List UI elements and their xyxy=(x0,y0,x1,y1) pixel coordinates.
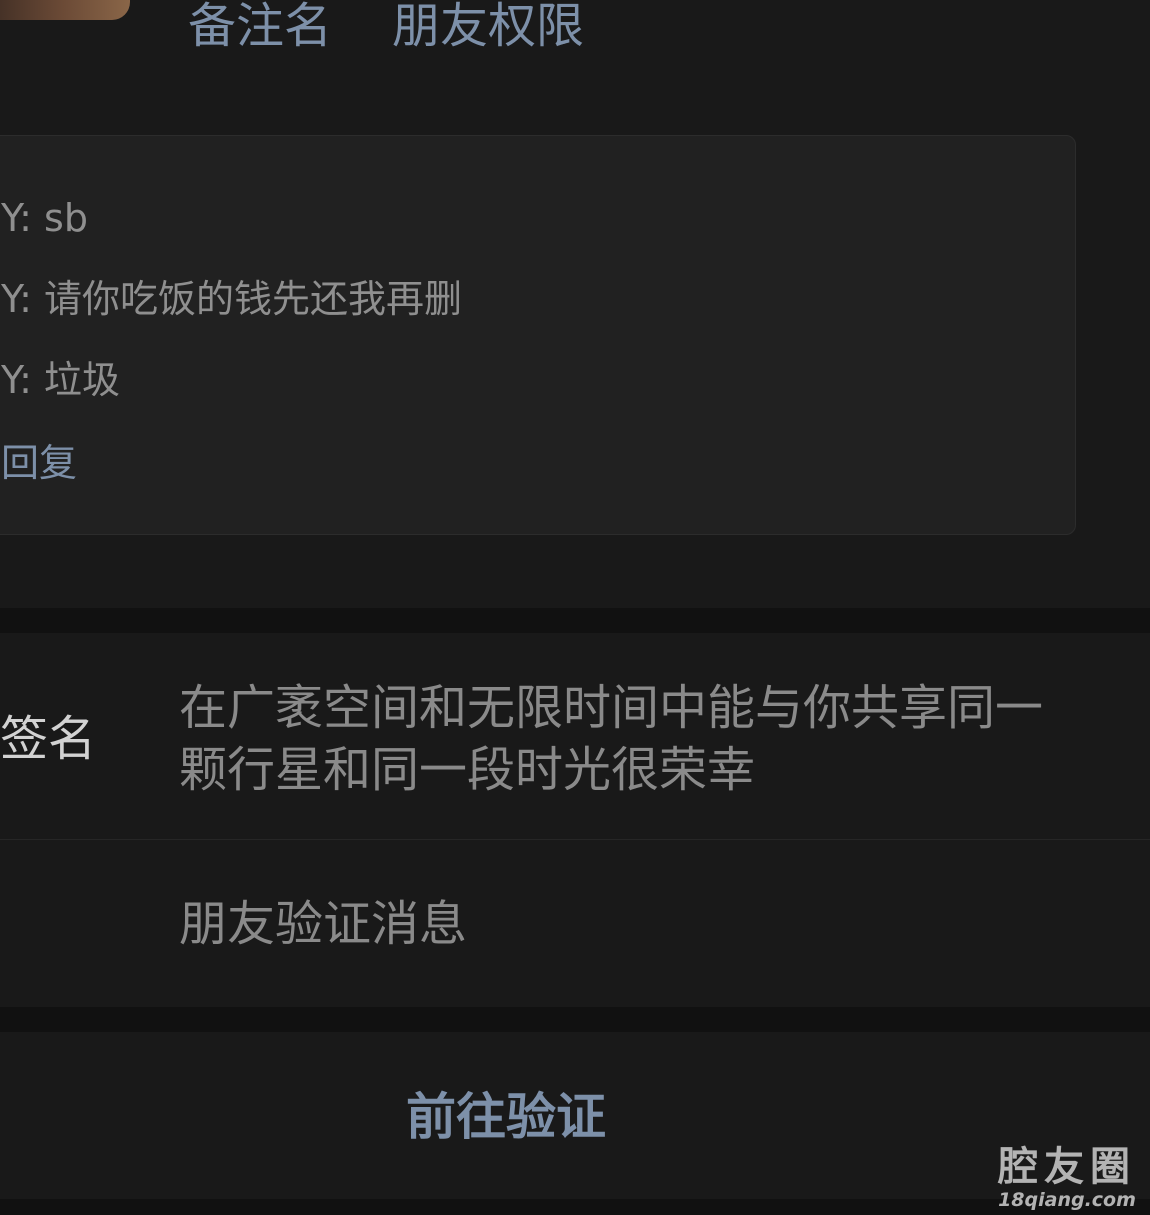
info-section: 性签名 在广袤空间和无限时间中能与你共享同一颗行星和同一段时光很荣幸 源 朋友验… xyxy=(0,633,1150,1007)
watermark-title: 腔友圈 xyxy=(998,1144,1136,1190)
source-value: 朋友验证消息 xyxy=(179,896,468,952)
verification-messages-card: Y: sb Y: 请你吃饭的钱先还我再删 Y: 垃圾 回复 xyxy=(0,135,1076,535)
verification-message: Y: 请你吃饭的钱先还我再删 xyxy=(1,277,463,321)
remark-name-link[interactable]: 备注名 xyxy=(188,0,332,56)
reply-link[interactable]: 回复 xyxy=(1,438,77,488)
verification-message: Y: sb xyxy=(1,196,88,240)
friend-permissions-link[interactable]: 朋友权限 xyxy=(392,0,584,56)
verification-message: Y: 垃圾 xyxy=(1,358,121,402)
avatar[interactable] xyxy=(0,0,130,20)
watermark-url: 18qiang.com xyxy=(998,1189,1136,1211)
signature-value: 在广袤空间和无限时间中能与你共享同一颗行星和同一段时光很荣幸 xyxy=(179,680,1044,798)
watermark-logo: 腔友圈 18qiang.com xyxy=(998,1145,1136,1211)
profile-header-section: 备注名 朋友权限 Y: sb Y: 请你吃饭的钱先还我再删 Y: 垃圾 回复 xyxy=(0,0,1150,608)
go-verify-button[interactable]: 前往验证 xyxy=(0,1086,1012,1148)
signature-label: 性签名 xyxy=(0,711,97,767)
row-divider xyxy=(0,839,1150,840)
action-section: 前往验证 xyxy=(0,1032,1150,1199)
